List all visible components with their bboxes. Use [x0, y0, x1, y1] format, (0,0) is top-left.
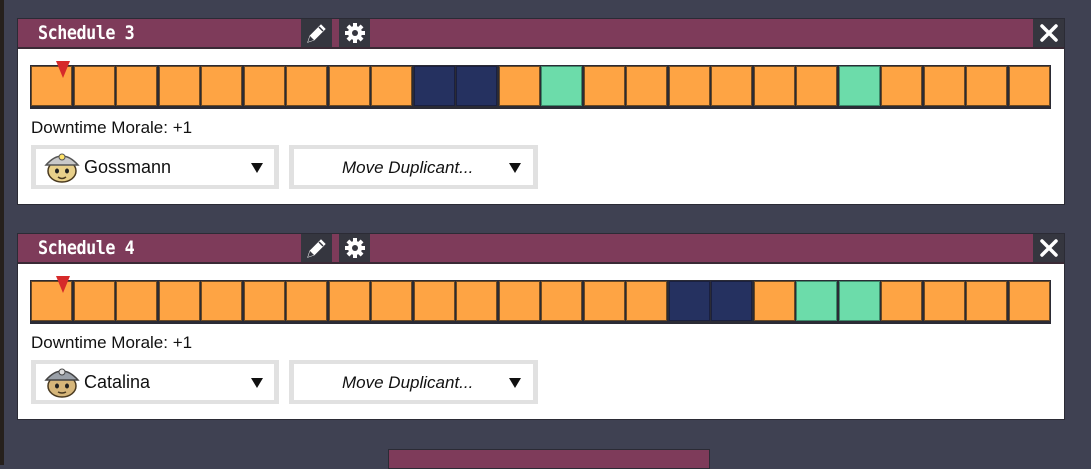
schedule-block-work[interactable] [73, 66, 115, 106]
schedule-panel-4: Schedule 4 Downtime Morale: +1 Catalina … [17, 233, 1065, 420]
schedule-block-work[interactable] [626, 66, 667, 106]
schedule-block-work[interactable] [966, 66, 1007, 106]
schedule-block-sleep[interactable] [413, 66, 455, 106]
duplicant-name: Gossmann [84, 157, 172, 177]
duplicant-name: Catalina [84, 372, 151, 392]
schedule-block-sleep[interactable] [711, 281, 752, 321]
schedule-block-recreation[interactable] [838, 66, 880, 106]
schedule-block-work[interactable] [73, 281, 115, 321]
schedule-blocks [30, 65, 1051, 109]
schedule-block-work[interactable] [711, 66, 752, 106]
gear-icon [344, 23, 365, 43]
duplicant-avatar-icon [44, 368, 80, 398]
schedule-block-work[interactable] [583, 66, 625, 106]
schedule-block-work[interactable] [371, 66, 412, 106]
schedule-block-work[interactable] [456, 281, 497, 321]
move-duplicant-dropdown[interactable]: Move Duplicant... [289, 360, 538, 404]
schedule-block-recreation[interactable] [796, 281, 837, 321]
schedule-block-work[interactable] [753, 281, 795, 321]
duplicant-avatar-icon [44, 153, 80, 183]
schedule-block-work[interactable] [881, 281, 922, 321]
close-icon [1039, 239, 1058, 257]
downtime-morale: Downtime Morale: +1 [31, 333, 193, 352]
schedule-block-recreation[interactable] [838, 281, 880, 321]
schedule-title: Schedule 4 [38, 237, 135, 259]
left-edge-strip [0, 0, 4, 465]
schedule-block-work[interactable] [881, 66, 922, 106]
time-marker-icon [56, 276, 70, 293]
schedule-block-work[interactable] [583, 281, 625, 321]
options-button[interactable] [339, 19, 370, 47]
schedule-block-work[interactable] [498, 281, 540, 321]
schedule-block-sleep[interactable] [668, 281, 710, 321]
move-duplicant-label: Move Duplicant... [342, 373, 474, 392]
schedule-header: Schedule 4 [18, 234, 1064, 264]
close-icon [1039, 24, 1058, 42]
schedule-block-work[interactable] [1008, 281, 1050, 321]
schedule-block-work[interactable] [286, 66, 327, 106]
schedule-block-work[interactable] [286, 281, 327, 321]
schedule-block-work[interactable] [668, 66, 710, 106]
duplicant-dropdown[interactable]: Catalina [31, 360, 279, 404]
add-schedule-button[interactable] [388, 449, 710, 469]
schedule-block-work[interactable] [541, 281, 582, 321]
schedule-title: Schedule 3 [38, 22, 135, 44]
schedule-block-work[interactable] [923, 281, 965, 321]
schedule-block-work[interactable] [966, 281, 1007, 321]
schedule-block-work[interactable] [201, 281, 242, 321]
triangle-down-icon [509, 378, 521, 388]
schedule-block-work[interactable] [753, 66, 795, 106]
rename-button[interactable] [301, 234, 332, 262]
downtime-morale: Downtime Morale: +1 [31, 118, 193, 137]
schedule-block-work[interactable] [796, 66, 837, 106]
schedule-header: Schedule 3 [18, 19, 1064, 49]
close-button[interactable] [1033, 234, 1064, 262]
schedule-block-work[interactable] [626, 281, 667, 321]
schedule-panel-3: Schedule 3 Downtime Morale: +1 Gossmann … [17, 18, 1065, 205]
schedule-block-work[interactable] [413, 281, 455, 321]
triangle-down-icon [509, 163, 521, 173]
gear-icon [344, 238, 365, 258]
options-button[interactable] [339, 234, 370, 262]
schedule-block-work[interactable] [158, 66, 200, 106]
pencil-icon [306, 239, 326, 258]
schedule-block-work[interactable] [116, 66, 157, 106]
triangle-down-icon [251, 378, 263, 388]
schedule-block-work[interactable] [116, 281, 157, 321]
move-duplicant-dropdown[interactable]: Move Duplicant... [289, 145, 538, 189]
time-marker-icon [56, 61, 70, 78]
move-duplicant-label: Move Duplicant... [342, 158, 474, 177]
schedule-block-work[interactable] [243, 66, 285, 106]
schedule-block-work[interactable] [328, 281, 370, 321]
schedule-blocks [30, 280, 1051, 324]
schedule-block-work[interactable] [201, 66, 242, 106]
schedule-block-work[interactable] [328, 66, 370, 106]
schedule-block-work[interactable] [498, 66, 540, 106]
pencil-icon [306, 24, 326, 43]
schedule-block-work[interactable] [243, 281, 285, 321]
schedule-block-recreation[interactable] [541, 66, 582, 106]
duplicant-dropdown[interactable]: Gossmann [31, 145, 279, 189]
triangle-down-icon [251, 163, 263, 173]
schedule-block-work[interactable] [1008, 66, 1050, 106]
schedule-block-sleep[interactable] [456, 66, 497, 106]
schedule-block-work[interactable] [158, 281, 200, 321]
schedule-block-work[interactable] [371, 281, 412, 321]
rename-button[interactable] [301, 19, 332, 47]
close-button[interactable] [1033, 19, 1064, 47]
schedule-block-work[interactable] [923, 66, 965, 106]
